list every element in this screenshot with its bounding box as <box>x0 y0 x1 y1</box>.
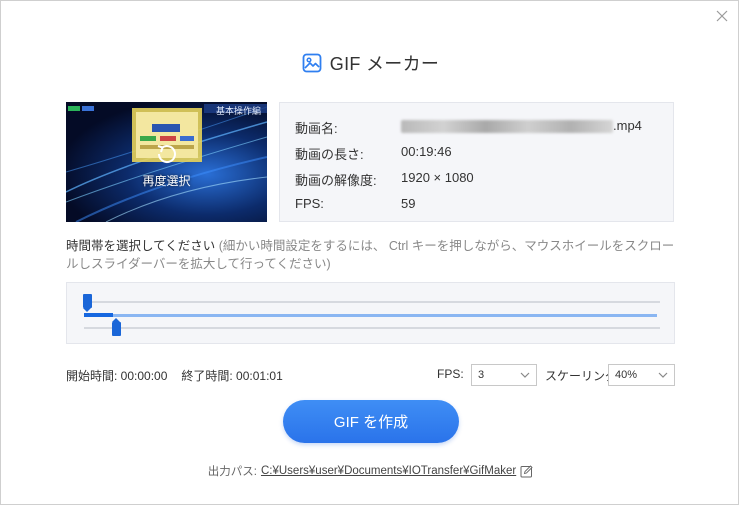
info-row-name: 動画名: .mp4 <box>295 118 642 137</box>
fps-select-label: FPS: <box>437 367 464 381</box>
timeline-track-top <box>84 301 660 303</box>
resolution-label: 動画の解像度: <box>295 173 377 188</box>
output-path-link[interactable]: C:¥Users¥user¥Documents¥IOTransfer¥GifMa… <box>261 465 516 477</box>
video-fps-value: 59 <box>401 196 416 211</box>
fps-select[interactable]: 3 <box>471 364 537 386</box>
scale-select[interactable]: 40% <box>608 364 675 386</box>
video-info-panel: 動画名: .mp4 動画の長さ: 00:19:46 動画の解像度: 1920 ×… <box>279 102 674 222</box>
duration-label: 動画の長さ: <box>295 147 364 162</box>
output-path-label: 出力パス: <box>207 466 257 478</box>
video-name-redacted <box>401 120 613 133</box>
image-icon <box>302 53 322 73</box>
timeline-track-selected <box>84 314 657 317</box>
start-handle[interactable] <box>83 294 92 312</box>
timeline-selection <box>84 313 114 317</box>
chevron-down-icon <box>658 371 668 379</box>
fps-selected-value: 3 <box>478 369 485 381</box>
resolution-value: 1920 × 1080 <box>401 170 474 185</box>
time-selection-hint: 時間帯を選択してください (細かい時間設定をするには、 Ctrl キーを押しなが… <box>66 237 678 273</box>
close-icon <box>716 10 728 22</box>
gif-maker-dialog: GIF メーカー 基本操作編 再度選択 動画名: .mp4 動画の長さ: 00:… <box>0 0 739 505</box>
rechoose-label: 再度選択 <box>142 174 191 188</box>
end-time: 終了時間: 00:01:01 <box>181 369 283 383</box>
chevron-down-icon <box>520 371 530 379</box>
scale-selected-value: 40% <box>615 369 638 381</box>
dialog-header: GIF メーカー <box>1 50 739 76</box>
video-fps-label: FPS: <box>295 196 324 211</box>
info-row-resolution: 動画の解像度: 1920 × 1080 <box>295 170 474 189</box>
refresh-icon <box>157 145 176 163</box>
rechoose-button[interactable]: 再度選択 <box>66 140 267 189</box>
info-row-fps: FPS: 59 <box>295 196 415 211</box>
timeline-track-bottom <box>84 327 660 329</box>
thumbnail-banner: 基本操作編 <box>215 106 261 116</box>
hint-title: 時間帯を選択してください <box>66 239 216 253</box>
timeline-slider[interactable] <box>66 282 675 344</box>
close-button[interactable] <box>715 9 729 23</box>
edit-icon[interactable] <box>520 464 533 478</box>
duration-value: 00:19:46 <box>401 144 452 159</box>
video-name-extension: .mp4 <box>613 118 642 133</box>
output-path-row: 出力パス: C:¥Users¥user¥Documents¥IOTransfer… <box>1 463 739 479</box>
end-handle[interactable] <box>112 318 122 336</box>
time-range: 開始時間: 00:00:00 終了時間: 00:01:01 <box>66 367 283 384</box>
start-time: 開始時間: 00:00:00 <box>66 369 168 383</box>
info-row-duration: 動画の長さ: 00:19:46 <box>295 144 452 163</box>
create-gif-button[interactable]: GIF を作成 <box>283 400 459 443</box>
video-name-label: 動画名: <box>295 121 338 136</box>
dialog-title: GIF メーカー <box>329 54 440 74</box>
video-thumbnail[interactable]: 基本操作編 再度選択 <box>66 102 267 222</box>
